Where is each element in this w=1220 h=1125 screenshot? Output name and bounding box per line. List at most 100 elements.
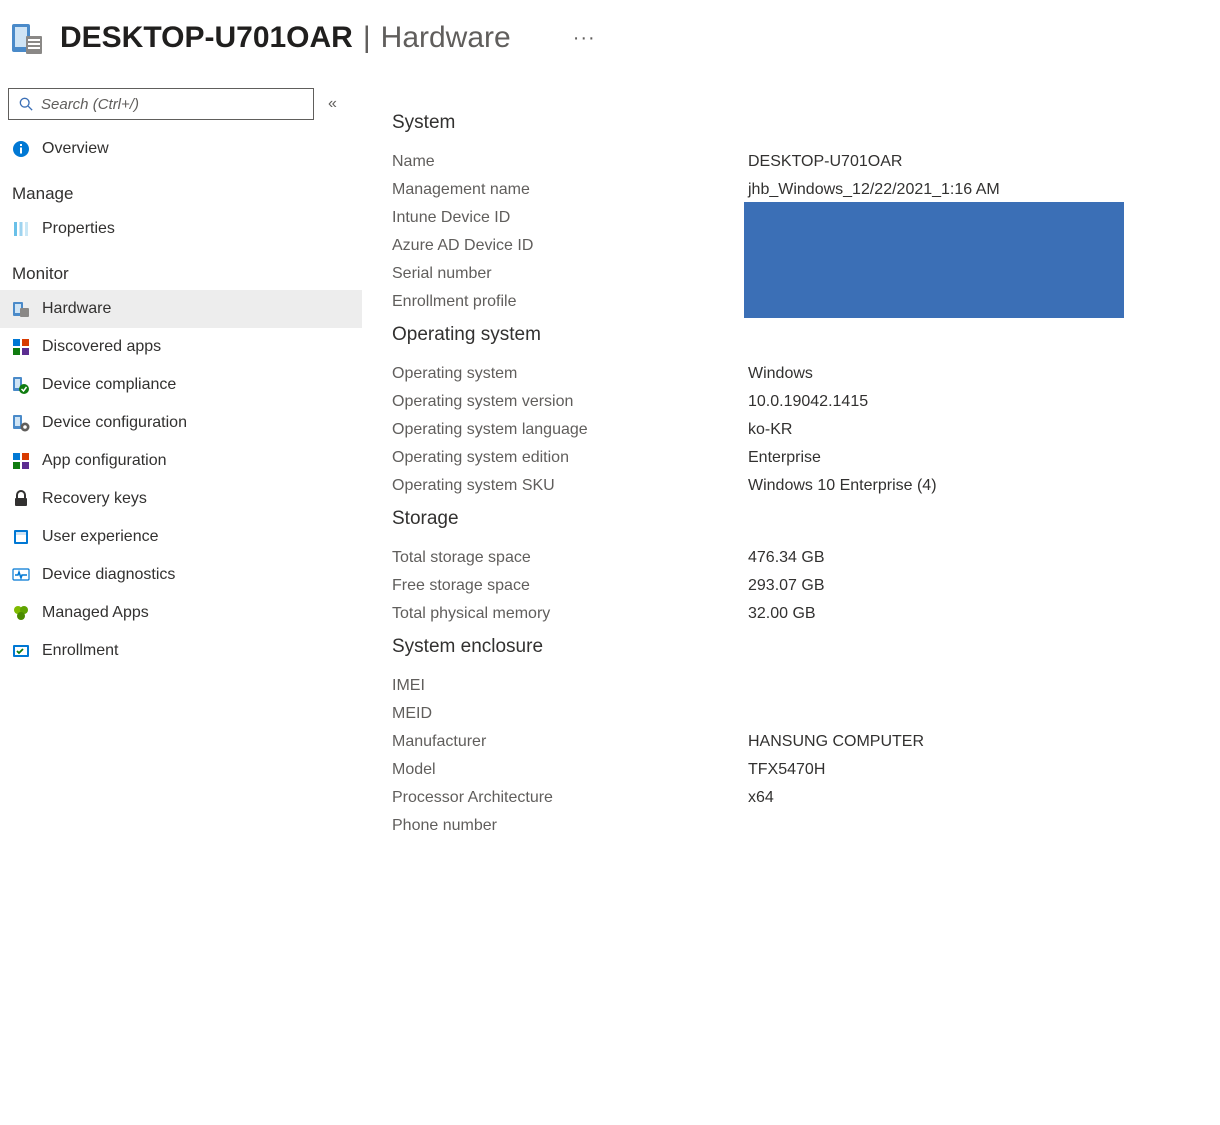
section-heading-enclosure: System enclosure	[392, 636, 1200, 658]
prop-value: Windows	[748, 365, 1200, 383]
sidebar-item-enrollment[interactable]: Enrollment	[0, 632, 362, 670]
prop-label: Name	[392, 153, 748, 171]
app-config-icon	[12, 452, 30, 470]
title-separator: |	[363, 21, 371, 55]
prop-row: Phone number	[392, 812, 1200, 840]
prop-row: Operating system version10.0.19042.1415	[392, 388, 1200, 416]
prop-label: Enrollment profile	[392, 293, 748, 311]
prop-row: Operating system SKUWindows 10 Enterpris…	[392, 472, 1200, 500]
sidebar-item-user-experience[interactable]: User experience	[0, 518, 362, 556]
book-icon	[12, 528, 30, 546]
prop-value: DESKTOP-U701OAR	[748, 153, 1200, 171]
prop-label: Total physical memory	[392, 605, 748, 623]
sidebar-item-label: Enrollment	[42, 642, 118, 660]
sidebar-item-device-configuration[interactable]: Device configuration	[0, 404, 362, 442]
prop-row: ManufacturerHANSUNG COMPUTER	[392, 728, 1200, 756]
prop-value: ko-KR	[748, 421, 1200, 439]
prop-label: Total storage space	[392, 549, 748, 567]
prop-label: IMEI	[392, 677, 748, 695]
prop-value: Windows 10 Enterprise (4)	[748, 477, 1200, 495]
prop-label: Phone number	[392, 817, 748, 835]
device-icon	[10, 20, 46, 56]
collapse-sidebar-button[interactable]: «	[324, 91, 341, 117]
prop-row: ModelTFX5470H	[392, 756, 1200, 784]
sidebar-item-label: Properties	[42, 220, 115, 238]
sidebar-item-discovered-apps[interactable]: Discovered apps	[0, 328, 362, 366]
sidebar-item-device-compliance[interactable]: Device compliance	[0, 366, 362, 404]
sidebar-item-device-diagnostics[interactable]: Device diagnostics	[0, 556, 362, 594]
sidebar-item-recovery-keys[interactable]: Recovery keys	[0, 480, 362, 518]
sidebar-item-label: Device configuration	[42, 414, 187, 432]
prop-label: Manufacturer	[392, 733, 748, 751]
main-content: System NameDESKTOP-U701OAR Management na…	[362, 84, 1220, 840]
prop-label: Intune Device ID	[392, 209, 748, 227]
redacted-block	[744, 202, 1124, 318]
sidebar-item-managed-apps[interactable]: Managed Apps	[0, 594, 362, 632]
sidebar-item-label: Discovered apps	[42, 338, 161, 356]
search-input[interactable]	[41, 96, 305, 113]
sidebar-item-label: Hardware	[42, 300, 111, 318]
prop-row: Processor Architecturex64	[392, 784, 1200, 812]
sidebar-section-monitor: Monitor	[0, 248, 362, 290]
page-subtitle: Hardware	[381, 21, 511, 55]
prop-value: 476.34 GB	[748, 549, 1200, 567]
prop-row: MEID	[392, 700, 1200, 728]
section-heading-system: System	[392, 112, 1200, 134]
sidebar-item-properties[interactable]: Properties	[0, 210, 362, 248]
device-config-icon	[12, 414, 30, 432]
sidebar-item-hardware[interactable]: Hardware	[0, 290, 362, 328]
sidebar-item-overview[interactable]: Overview	[0, 130, 362, 168]
enrollment-icon	[12, 642, 30, 660]
prop-row: Operating system editionEnterprise	[392, 444, 1200, 472]
prop-label: Operating system language	[392, 421, 748, 439]
compliance-icon	[12, 376, 30, 394]
search-box[interactable]	[8, 88, 314, 120]
info-icon	[12, 140, 30, 158]
apps-icon	[12, 338, 30, 356]
prop-row: NameDESKTOP-U701OAR	[392, 148, 1200, 176]
prop-value: 10.0.19042.1415	[748, 393, 1200, 411]
prop-row: IMEI	[392, 672, 1200, 700]
prop-label: Operating system	[392, 365, 748, 383]
sidebar-item-label: Recovery keys	[42, 490, 147, 508]
sidebar-item-app-configuration[interactable]: App configuration	[0, 442, 362, 480]
prop-row: Total physical memory32.00 GB	[392, 600, 1200, 628]
prop-label: Processor Architecture	[392, 789, 748, 807]
prop-row: Operating systemWindows	[392, 360, 1200, 388]
prop-value: HANSUNG COMPUTER	[748, 733, 1200, 751]
prop-label: Model	[392, 761, 748, 779]
prop-value: TFX5470H	[748, 761, 1200, 779]
diagnostics-icon	[12, 566, 30, 584]
prop-label: Azure AD Device ID	[392, 237, 748, 255]
more-actions-button[interactable]: ···	[565, 23, 604, 54]
lock-icon	[12, 490, 30, 508]
prop-value: 293.07 GB	[748, 577, 1200, 595]
prop-value: x64	[748, 789, 1200, 807]
prop-label: Operating system SKU	[392, 477, 748, 495]
properties-icon	[12, 220, 30, 238]
section-heading-storage: Storage	[392, 508, 1200, 530]
prop-label: Operating system edition	[392, 449, 748, 467]
page-title: DESKTOP-U701OAR | Hardware	[60, 21, 511, 55]
device-small-icon	[12, 300, 30, 318]
sidebar-section-manage: Manage	[0, 168, 362, 210]
sidebar-item-label: User experience	[42, 528, 159, 546]
sidebar-item-label: Overview	[42, 140, 109, 158]
prop-value: Enterprise	[748, 449, 1200, 467]
search-icon	[17, 95, 35, 113]
prop-value: jhb_Windows_12/22/2021_1:16 AM	[748, 181, 1200, 199]
prop-label: Serial number	[392, 265, 748, 283]
sidebar: « Overview Manage Properties	[0, 84, 362, 840]
prop-label: MEID	[392, 705, 748, 723]
prop-row: Total storage space476.34 GB	[392, 544, 1200, 572]
prop-label: Operating system version	[392, 393, 748, 411]
sidebar-item-label: Device diagnostics	[42, 566, 175, 584]
prop-row: Operating system languageko-KR	[392, 416, 1200, 444]
managed-apps-icon	[12, 604, 30, 622]
prop-value: 32.00 GB	[748, 605, 1200, 623]
sidebar-item-label: Device compliance	[42, 376, 176, 394]
prop-row: Free storage space293.07 GB	[392, 572, 1200, 600]
prop-row: Management namejhb_Windows_12/22/2021_1:…	[392, 176, 1200, 204]
device-name: DESKTOP-U701OAR	[60, 21, 353, 55]
section-heading-os: Operating system	[392, 324, 1200, 346]
